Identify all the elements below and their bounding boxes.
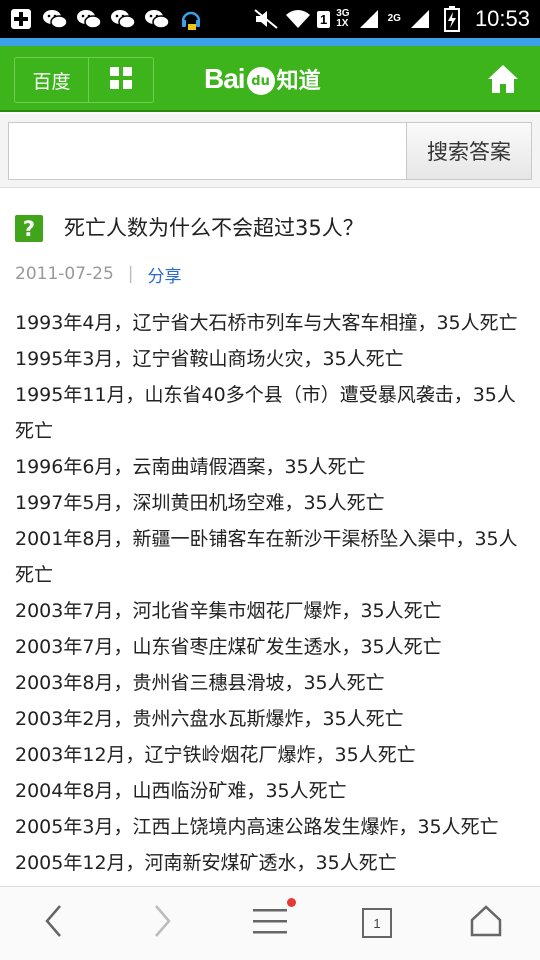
list-item: 1995年11月，山东省40多个县（市）遭受暴风袭击，35人死亡	[15, 384, 516, 442]
wechat-icon	[144, 7, 170, 31]
notification-dot	[287, 898, 296, 907]
question-date: 2011-07-25	[15, 264, 114, 284]
answer-content: 1993年4月，辽宁省大石桥市列车与大客车相撞，35人死亡 1995年3月，辽宁…	[15, 305, 527, 885]
search-bar: 搜索答案	[0, 114, 540, 188]
list-item: 1997年5月，深圳黄田机场空难，35人死亡	[15, 492, 385, 514]
grid-icon	[109, 66, 133, 94]
network-3g-1x: 3G 1X	[336, 8, 350, 29]
list-item: 1993年4月，辽宁省大石桥市列车与大客车相撞，35人死亡	[15, 312, 518, 334]
list-item: 2003年7月，山东省枣庄煤矿发生透水，35人死亡	[15, 636, 442, 658]
list-item: 2001年8月，新疆一卧铺客车在新沙干渠桥坠入渠中，35人死亡	[15, 528, 518, 586]
header-button-group: 百度	[14, 57, 154, 103]
question-icon: ?	[15, 215, 43, 242]
logo-bai-text: Bai	[204, 63, 246, 94]
search-answers-button[interactable]: 搜索答案	[406, 122, 532, 180]
list-item: 1996年6月，云南曲靖假酒案，35人死亡	[15, 456, 366, 478]
wechat-icon	[76, 7, 102, 31]
home-icon	[469, 904, 503, 942]
menu-icon	[252, 898, 296, 940]
home-nav-button[interactable]	[464, 901, 508, 945]
tabs-icon: 1	[362, 908, 392, 938]
back-icon	[42, 903, 66, 943]
list-item: 2003年12月，辽宁铁岭烟花厂爆炸，35人死亡	[15, 744, 416, 766]
list-item: 2003年2月，贵州六盘水瓦斯爆炸，35人死亡	[15, 708, 404, 730]
question-meta: 2011-07-25 | 分享	[15, 262, 182, 287]
status-bar: 1 3G 1X 2G 10:53	[0, 0, 540, 38]
menu-button[interactable]	[248, 898, 296, 945]
home-icon[interactable]	[486, 62, 520, 96]
list-item: 1995年3月，辽宁省鞍山商场火灾，35人死亡	[15, 348, 404, 370]
list-item: 2005年12月，河南新安煤矿透水，35人死亡	[15, 852, 397, 874]
paw-icon: du	[246, 67, 275, 95]
network-2g: 2G	[387, 13, 401, 24]
baidu-zhidao-logo[interactable]: Bai du 知道	[204, 58, 321, 100]
mute-icon	[253, 7, 279, 31]
sim-indicator: 1	[317, 10, 331, 28]
baidu-home-button[interactable]: 百度	[15, 58, 89, 102]
wechat-icon	[110, 7, 136, 31]
signal-icon	[407, 7, 433, 31]
apps-grid-button[interactable]	[89, 58, 153, 102]
list-item: 2003年7月，河北省辛集市烟花厂爆炸，35人死亡	[15, 600, 442, 622]
wechat-icon	[42, 7, 68, 31]
search-input[interactable]	[8, 122, 408, 180]
signal-icon	[356, 7, 382, 31]
question-title: 死亡人数为什么不会超过35人？	[64, 216, 364, 240]
share-link[interactable]: 分享	[148, 262, 182, 287]
app-header: 百度 Bai du 知道	[0, 46, 540, 112]
progress-accent-line	[0, 38, 540, 46]
list-item: 2005年3月，江西上饶境内高速公路发生爆炸，35人死亡	[15, 816, 499, 838]
tab-count: 1	[373, 915, 381, 931]
wifi-icon	[285, 7, 311, 31]
battery-icon	[439, 6, 465, 32]
list-item: 2004年8月，山西临汾矿难，35人死亡	[15, 780, 347, 802]
meta-separator: |	[127, 264, 134, 284]
headset-icon	[178, 7, 204, 31]
tabs-button[interactable]: 1	[355, 901, 399, 945]
logo-zhidao-text: 知道	[276, 69, 321, 94]
list-item: 2003年8月，贵州省三穗县滑坡，35人死亡	[15, 672, 385, 694]
forward-button[interactable]	[140, 901, 184, 945]
clock: 10:53	[474, 6, 530, 31]
forward-icon	[150, 903, 174, 943]
back-button[interactable]	[32, 901, 76, 945]
add-icon	[8, 7, 34, 31]
bottom-navigation: 1	[0, 886, 540, 960]
